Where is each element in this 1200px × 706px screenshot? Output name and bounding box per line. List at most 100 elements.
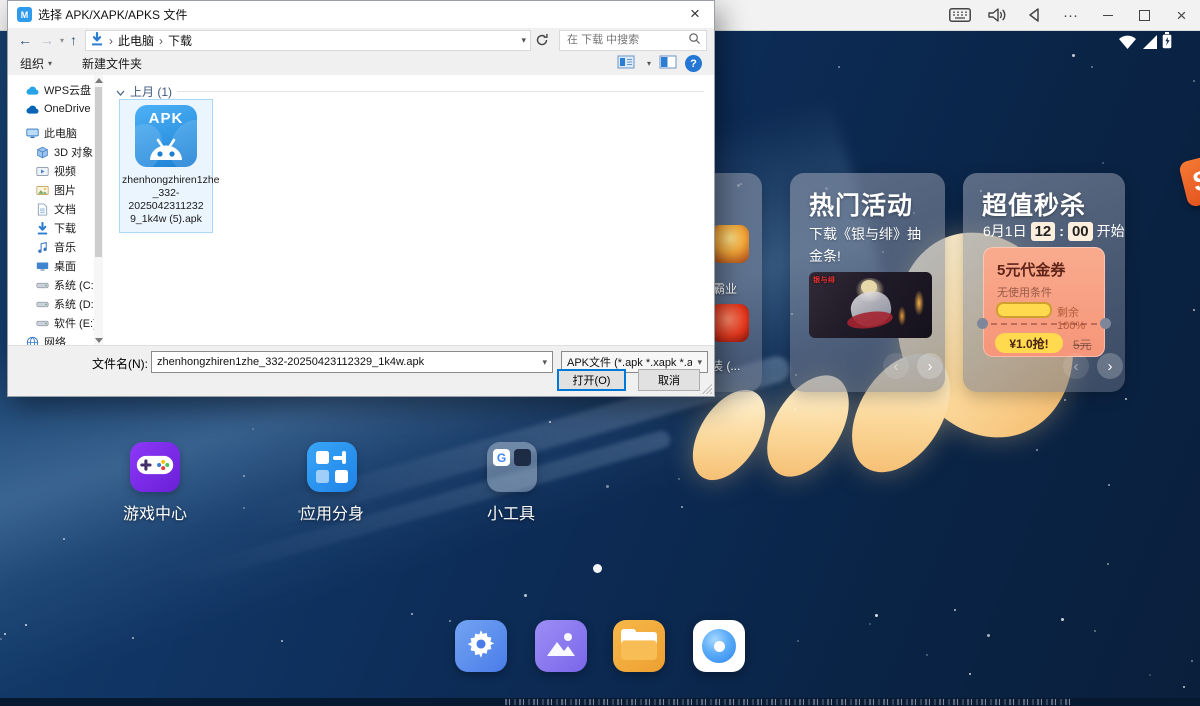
nav-up-icon[interactable]: ↑ bbox=[70, 33, 77, 47]
sidebar-item-onedrive-cloud[interactable]: OneDrive bbox=[8, 100, 95, 118]
sidebar-item-label: 文档 bbox=[54, 201, 76, 217]
pictures-icon bbox=[35, 183, 49, 197]
resize-grip[interactable] bbox=[702, 384, 712, 394]
scrollbar-thumb[interactable] bbox=[95, 87, 102, 257]
sidebar-item-drive[interactable]: 系统 (C:) bbox=[8, 276, 95, 294]
card-next-button[interactable]: › bbox=[917, 353, 943, 379]
sidebar-item-this-pc[interactable]: 此电脑 bbox=[8, 124, 95, 142]
maximize-window-icon[interactable] bbox=[1126, 0, 1163, 30]
sidebar-item-label: 音乐 bbox=[54, 239, 76, 255]
app-folder-widgets[interactable]: G bbox=[487, 442, 537, 492]
dock-icon-browser[interactable] bbox=[693, 620, 745, 672]
gear-icon bbox=[465, 628, 497, 665]
hot-activities-card[interactable]: 热门活动 下载《银与绯》抽金条! 银与绯 ‹ › bbox=[790, 173, 945, 392]
sidebar-item-pictures[interactable]: 图片 bbox=[8, 181, 95, 199]
help-icon[interactable]: ? bbox=[685, 55, 702, 72]
cancel-button[interactable]: 取消 bbox=[638, 369, 700, 391]
keyboard-icon[interactable] bbox=[941, 0, 978, 30]
new-folder-button[interactable]: 新建文件夹 bbox=[82, 55, 142, 72]
sidebar-item-drive[interactable]: 系统 (D:) bbox=[8, 295, 95, 313]
documents-icon bbox=[35, 202, 49, 216]
game-icon-1[interactable] bbox=[711, 225, 749, 263]
scroll-up-icon[interactable] bbox=[95, 78, 103, 83]
filename-input[interactable] bbox=[152, 356, 537, 368]
card-prev-button[interactable]: ‹ bbox=[883, 353, 909, 379]
game-icon-2[interactable] bbox=[711, 304, 749, 342]
sidebar-item-label: 图片 bbox=[54, 182, 76, 198]
dialog-body: WPS云盘OneDrive 此电脑 3D 对象视频图片文档下载音乐桌面系统 (C:)… bbox=[8, 75, 714, 346]
coupon-card[interactable]: 5元代金券 无使用条件 剩余100% ¥1.0抢! 5元 bbox=[983, 247, 1105, 357]
breadcrumb-item-此电脑[interactable]: 此电脑 bbox=[118, 34, 154, 48]
sidebar-item-music[interactable]: 音乐 bbox=[8, 238, 95, 256]
card-next-button[interactable]: › bbox=[1097, 353, 1123, 379]
group-divider bbox=[177, 91, 704, 92]
group-collapse-icon[interactable] bbox=[116, 85, 125, 99]
breadcrumb[interactable]: ›此电脑›下载 ▾ bbox=[85, 30, 531, 51]
change-view-icon[interactable] bbox=[617, 55, 635, 72]
sidebar-scrollbar[interactable] bbox=[94, 75, 103, 346]
this-pc-icon bbox=[25, 126, 39, 140]
dock-icon-settings[interactable] bbox=[455, 620, 507, 672]
sidebar-item-label: 软件 (E:) bbox=[54, 315, 97, 331]
sidebar-item-videos[interactable]: 视频 bbox=[8, 162, 95, 180]
bottom-ticker-text bbox=[505, 699, 1070, 705]
organize-chevron-icon: ▾ bbox=[48, 59, 52, 68]
organize-button[interactable]: 组织 bbox=[20, 55, 44, 72]
search-input[interactable] bbox=[565, 33, 688, 47]
dialog-toolbar: 组织 ▾ 新建文件夹 ▾ ? bbox=[8, 52, 714, 76]
minimize-window-icon[interactable] bbox=[1089, 0, 1126, 30]
dialog-close-icon[interactable]: × bbox=[685, 4, 705, 24]
card-prev-button[interactable]: ‹ bbox=[1063, 353, 1089, 379]
dialog-titlebar[interactable]: M 选择 APK/XAPK/APKS 文件 × bbox=[8, 1, 714, 28]
sidebar-item-drive[interactable]: 软件 (E:) bbox=[8, 314, 95, 332]
sidebar-item-documents[interactable]: 文档 bbox=[8, 200, 95, 218]
dock-icon-gallery[interactable] bbox=[535, 620, 587, 672]
drive-icon bbox=[35, 297, 49, 311]
drive-icon bbox=[35, 278, 49, 292]
nav-back-icon[interactable]: ← bbox=[18, 33, 32, 47]
coupon-buy-button[interactable]: ¥1.0抢! bbox=[995, 333, 1063, 353]
battery-icon bbox=[1162, 32, 1172, 54]
more-options-icon[interactable]: ··· bbox=[1052, 0, 1089, 30]
card-title: 超值秒杀 bbox=[982, 186, 1086, 222]
file-list-area[interactable]: 上月 (1) APK zhenhongzhiren1zhe _332- bbox=[103, 75, 714, 346]
refresh-icon[interactable] bbox=[531, 30, 553, 51]
sidebar-item-wps-cloud[interactable]: WPS云盘 bbox=[8, 81, 95, 99]
volume-icon[interactable] bbox=[978, 0, 1015, 30]
app-label-app-clone: 应用分身 bbox=[262, 500, 402, 524]
filename-label: 文件名(N): bbox=[63, 355, 148, 372]
apk-file-item[interactable]: APK zhenhongzhiren1zhe _332-202504231123… bbox=[119, 99, 213, 233]
breadcrumb-item-下载[interactable]: 下载 bbox=[168, 34, 192, 48]
app-icon-app-clone[interactable] bbox=[307, 442, 357, 492]
dock-icon-files[interactable] bbox=[613, 620, 665, 672]
nav-history-chevron-icon[interactable]: ▾ bbox=[60, 36, 64, 45]
preview-pane-icon[interactable] bbox=[659, 55, 677, 72]
seckill-card[interactable]: 超值秒杀 6月1日 12 : 00 开始 5元代金券 无使用条件 剩余100% … bbox=[963, 173, 1125, 392]
sidebar-item-label: 系统 (D:) bbox=[54, 296, 97, 312]
sidebar-item-downloads[interactable]: 下载 bbox=[8, 219, 95, 237]
app-label-game-center: 游戏中心 bbox=[85, 500, 225, 524]
open-button[interactable]: 打开(O) bbox=[557, 369, 626, 391]
scroll-down-icon[interactable] bbox=[95, 338, 103, 343]
onedrive-cloud-icon bbox=[25, 102, 39, 116]
dialog-sidebar: WPS云盘OneDrive 此电脑 3D 对象视频图片文档下载音乐桌面系统 (C:)… bbox=[8, 75, 103, 346]
dialog-footer: 文件名(N): ▾ APK文件 (*.apk *.xapk *.apks ▾ 打… bbox=[8, 345, 714, 396]
coupon-remaining: 剩余100% bbox=[1057, 304, 1105, 332]
breadcrumb-chevron-icon[interactable]: ▾ bbox=[521, 35, 526, 46]
close-window-icon[interactable]: × bbox=[1163, 0, 1200, 30]
app-icon-game-center[interactable] bbox=[130, 442, 180, 492]
filename-chevron-icon[interactable]: ▾ bbox=[537, 357, 552, 368]
group-header[interactable]: 上月 (1) bbox=[116, 83, 704, 100]
android-back-icon[interactable] bbox=[1015, 0, 1052, 30]
videos-icon bbox=[35, 164, 49, 178]
sidebar-item-label: 3D 对象 bbox=[54, 144, 93, 160]
filename-combobox[interactable]: ▾ bbox=[151, 351, 553, 373]
view-chevron-icon[interactable]: ▾ bbox=[647, 59, 651, 68]
sidebar-item-desktop[interactable]: 桌面 bbox=[8, 257, 95, 275]
search-box[interactable] bbox=[559, 30, 707, 51]
sidebar-item-objects-3d[interactable]: 3D 对象 bbox=[8, 143, 95, 161]
hot-activity-image[interactable]: 银与绯 bbox=[809, 272, 932, 338]
app-label-widgets: 小工具 bbox=[441, 500, 581, 524]
sidebar-item-label: 下载 bbox=[54, 220, 76, 236]
time-colon: : bbox=[1059, 223, 1064, 239]
